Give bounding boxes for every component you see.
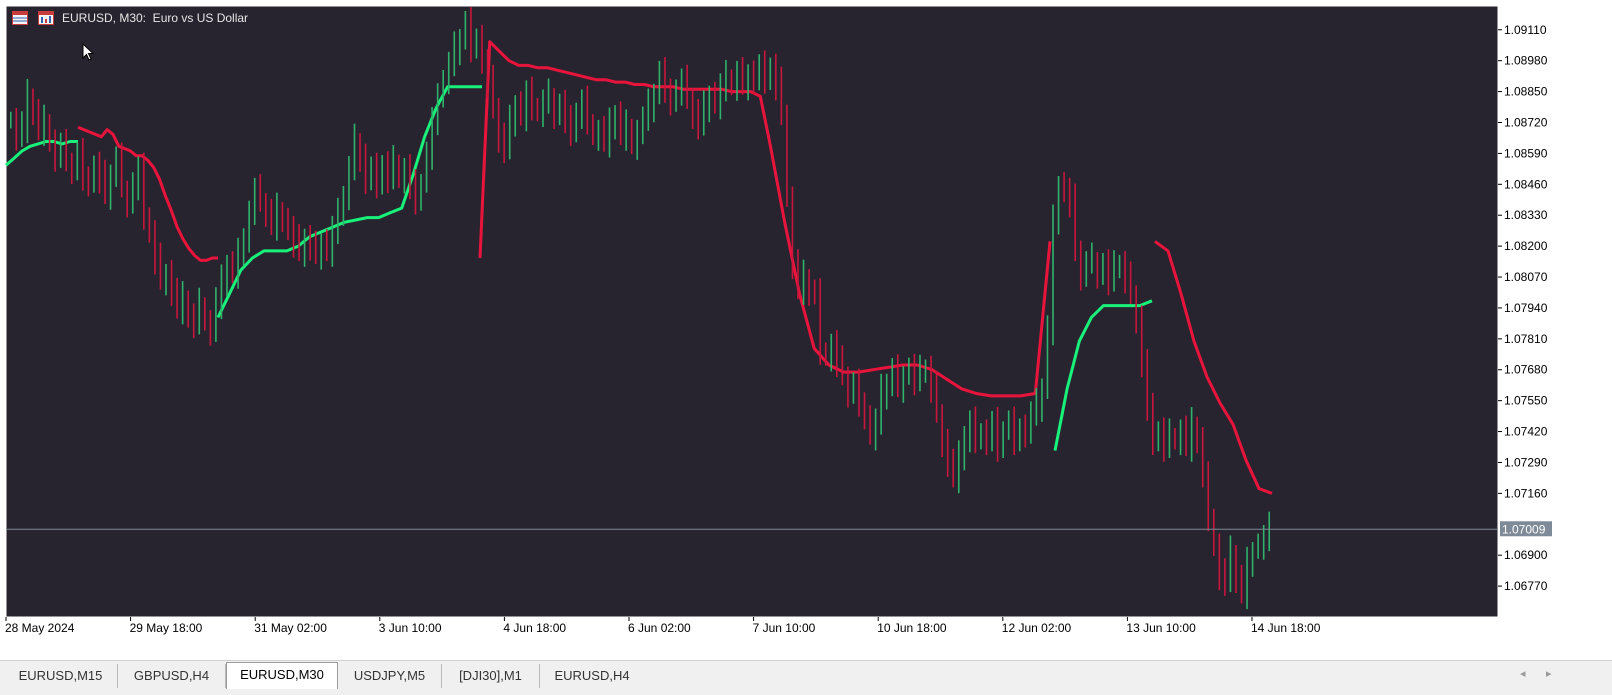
price-tick-label: 1.06900	[1504, 548, 1548, 562]
time-tick-label: 12 Jun 02:00	[1002, 621, 1072, 635]
tab-eurusd-m15[interactable]: EURUSD,M15	[4, 664, 118, 688]
price-tick-label: 1.09110	[1504, 23, 1547, 37]
time-tick-label: 13 Jun 10:00	[1126, 621, 1196, 635]
time-tick-label: 7 Jun 10:00	[753, 621, 816, 635]
price-tick-label: 1.07680	[1504, 363, 1548, 377]
time-tick-label: 6 Jun 02:00	[628, 621, 691, 635]
price-tick-label: 1.08720	[1504, 115, 1548, 129]
price-tick-label: 1.07940	[1504, 301, 1548, 315]
scroll-left-arrow-icon[interactable]: ◂	[1520, 667, 1526, 680]
time-tick-label: 28 May 2024	[5, 621, 75, 635]
chart-tab-strip: EURUSD,M15 GBPUSD,H4 EURUSD,M30 USDJPY,M…	[0, 660, 1612, 695]
chart-window[interactable]: 1.09110 1.08980 1.08850 1.08720 1.08590 1.084…	[0, 0, 1612, 660]
price-tick-label: 1.08850	[1504, 85, 1548, 99]
price-tick-label: 1.07810	[1504, 332, 1548, 346]
chart-title: EURUSD, M30: Euro vs US Dollar	[62, 11, 249, 25]
time-axis: 28 May 2024 29 May 18:00 31 May 02:00 3 Jun…	[5, 617, 1321, 635]
price-tick-label: 1.08070	[1504, 270, 1548, 284]
table-icon[interactable]	[12, 11, 28, 25]
price-tick-label: 1.08460	[1504, 177, 1548, 191]
price-tick-label: 1.08590	[1504, 146, 1548, 160]
scroll-right-arrow-icon[interactable]: ▸	[1546, 667, 1552, 680]
price-chart[interactable]: 1.09110 1.08980 1.08850 1.08720 1.08590 1.084…	[0, 0, 1612, 660]
price-axis: 1.09110 1.08980 1.08850 1.08720 1.08590 1.084…	[1498, 23, 1552, 593]
tab-dji30-m1[interactable]: [DJI30],M1	[442, 664, 540, 688]
tab-eurusd-m30[interactable]: EURUSD,M30	[226, 662, 338, 689]
chart-icon[interactable]	[38, 11, 54, 25]
time-tick-label: 4 Jun 18:00	[503, 621, 566, 635]
current-price-label: 1.07009	[1502, 522, 1546, 536]
time-tick-label: 31 May 02:00	[254, 621, 327, 635]
price-tick-label: 1.07290	[1504, 455, 1548, 469]
mouse-pointer-icon	[82, 42, 95, 66]
time-tick-label: 10 Jun 18:00	[877, 621, 947, 635]
time-tick-label: 3 Jun 10:00	[379, 621, 442, 635]
tab-eurusd-h4[interactable]: EURUSD,H4	[540, 664, 644, 688]
time-tick-label: 14 Jun 18:00	[1251, 621, 1321, 635]
price-tick-label: 1.07160	[1504, 486, 1548, 500]
price-tick-label: 1.08200	[1504, 239, 1548, 253]
price-tick-label: 1.08330	[1504, 208, 1548, 222]
chart-plot-area	[5, 5, 1499, 618]
price-tick-label: 1.07420	[1504, 425, 1548, 439]
price-tick-label: 1.08980	[1504, 54, 1548, 68]
time-tick-label: 29 May 18:00	[130, 621, 203, 635]
tab-usdjpy-m5[interactable]: USDJPY,M5	[338, 664, 442, 688]
price-tick-label: 1.07550	[1504, 394, 1548, 408]
tab-gbpusd-h4[interactable]: GBPUSD,H4	[118, 664, 226, 688]
price-tick-label: 1.06770	[1504, 579, 1548, 593]
